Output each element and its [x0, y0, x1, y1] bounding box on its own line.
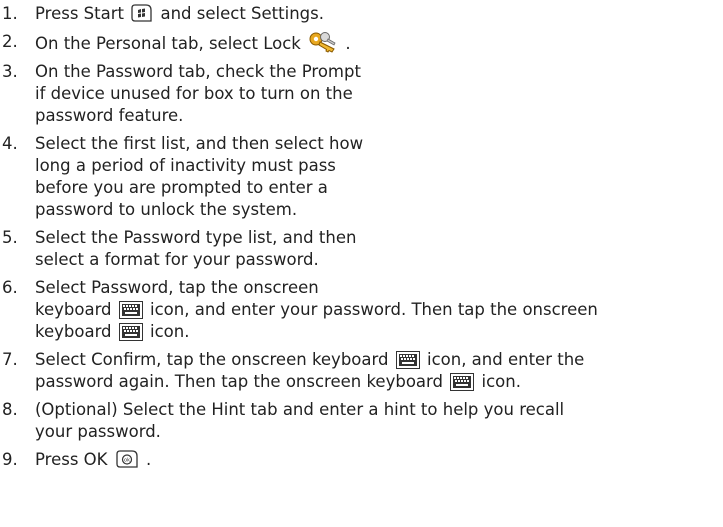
- step-text: On the Password tab, check the Prompt: [35, 62, 361, 81]
- step-number: 4.: [2, 134, 18, 153]
- step-text: Select Password, tap the onscreen: [35, 278, 319, 297]
- step-7: 7. Select Confirm, tap the onscreen keyb…: [2, 349, 723, 393]
- step-text: .: [345, 34, 351, 53]
- step-text: icon, and enter the: [426, 350, 585, 369]
- step-number: 9.: [2, 450, 18, 469]
- step-text: Press Start: [35, 4, 124, 23]
- keyboard-icon: [118, 301, 143, 319]
- step-number: 1.: [2, 4, 18, 23]
- step-text: before you are prompted to enter a: [35, 178, 328, 197]
- steps-list: 1. Press Start and select Settings. 2. O…: [2, 3, 723, 471]
- step-number: 3.: [2, 62, 18, 81]
- step-text: icon.: [150, 322, 190, 341]
- step-text: and select Settings.: [160, 4, 324, 23]
- windows-start-button-icon: [131, 3, 153, 23]
- step-text: icon.: [481, 372, 521, 391]
- step-text: your password.: [35, 422, 161, 441]
- step-6: 6. Select Password, tap the onscreen key…: [2, 277, 723, 343]
- step-number: 2.: [2, 32, 18, 51]
- step-text: On the Personal tab, select Lock: [35, 34, 301, 53]
- step-text: password to unlock the system.: [35, 200, 298, 219]
- step-text: .: [145, 450, 152, 469]
- step-text: password feature.: [35, 106, 184, 125]
- keyboard-icon: [395, 351, 420, 369]
- step-number: 6.: [2, 278, 18, 297]
- step-2: 2. On the Personal tab, select Lock .: [2, 31, 723, 55]
- svg-text:ok: ok: [124, 458, 130, 464]
- step-8: 8. (Optional) Select the Hint tab and en…: [2, 399, 723, 443]
- keyboard-icon: [118, 323, 143, 341]
- step-9: 9. Press OK ok .: [2, 449, 723, 471]
- step-number: 7.: [2, 350, 18, 369]
- step-text: select a format for your password.: [35, 250, 319, 269]
- instructions-document: 1. Press Start and select Settings. 2. O…: [0, 0, 723, 527]
- step-text: long a period of inactivity must pass: [35, 156, 336, 175]
- step-text: Select Confirm, tap the onscreen keyboar…: [35, 350, 389, 369]
- step-text: keyboard: [35, 322, 112, 341]
- ok-button-icon: ok: [115, 449, 139, 469]
- step-number: 8.: [2, 400, 18, 419]
- step-1: 1. Press Start and select Settings.: [2, 3, 723, 25]
- step-number: 5.: [2, 228, 18, 247]
- step-text: icon, and enter your password. Then tap …: [150, 300, 598, 319]
- step-text: password again. Then tap the onscreen ke…: [35, 372, 443, 391]
- step-3: 3. On the Password tab, check the Prompt…: [2, 61, 723, 127]
- step-4: 4. Select the first list, and then selec…: [2, 133, 723, 221]
- step-text: Select the Password type list, and then: [35, 228, 357, 247]
- step-5: 5. Select the Password type list, and th…: [2, 227, 723, 271]
- step-text: Select the first list, and then select h…: [35, 134, 364, 153]
- step-text: if device unused for box to turn on the: [35, 84, 353, 103]
- keyboard-icon: [450, 373, 475, 391]
- step-text: (Optional) Select the Hint tab and enter…: [35, 400, 565, 419]
- step-text: keyboard: [35, 300, 112, 319]
- step-text: Press OK: [35, 450, 108, 469]
- lock-keys-icon: [308, 31, 338, 53]
